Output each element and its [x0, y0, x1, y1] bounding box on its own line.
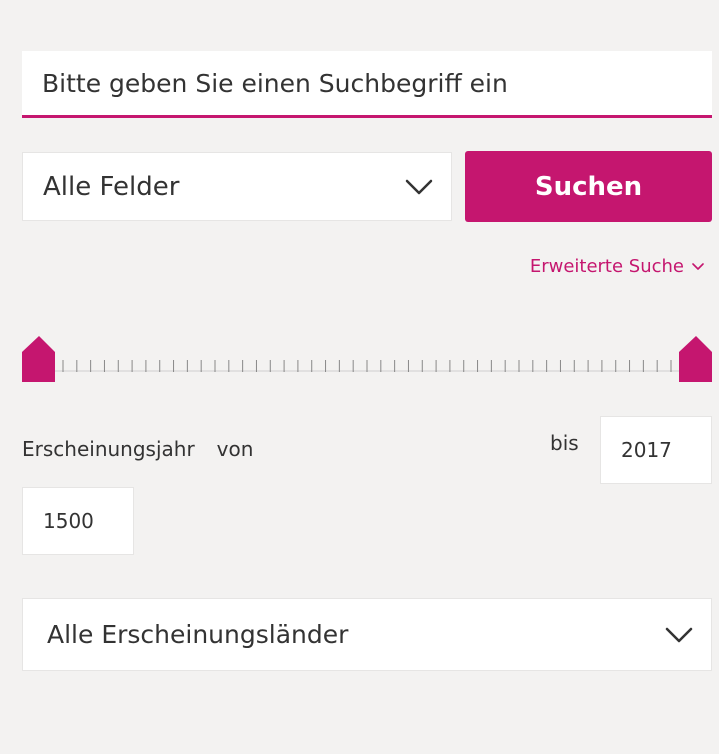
year-label-text: Erscheinungsjahr	[22, 437, 195, 461]
field-select-value: Alle Felder	[43, 171, 180, 202]
slider-track	[22, 336, 712, 382]
year-to-label: bis	[550, 431, 579, 455]
country-select[interactable]: Alle Erscheinungsländer	[22, 598, 712, 671]
chevron-down-icon	[405, 179, 433, 194]
chevron-down-icon	[692, 262, 704, 270]
search-input[interactable]	[22, 51, 712, 118]
chevron-down-icon	[665, 627, 693, 642]
slider-handle-min[interactable]	[22, 336, 55, 382]
year-from-label: von	[216, 437, 254, 461]
advanced-search-label: Erweiterte Suche	[529, 256, 684, 277]
field-select[interactable]: Alle Felder	[22, 152, 452, 221]
year-filter-label: Erscheinungsjahr von	[22, 437, 253, 461]
slider-handle-max[interactable]	[679, 336, 712, 382]
year-from-input[interactable]	[22, 487, 134, 555]
year-range-slider[interactable]	[21, 334, 713, 384]
search-button[interactable]: Suchen	[465, 151, 712, 222]
year-to-input[interactable]	[600, 416, 712, 484]
country-select-value: Alle Erscheinungsländer	[47, 620, 349, 649]
advanced-search-toggle[interactable]: Erweiterte Suche	[530, 256, 704, 277]
